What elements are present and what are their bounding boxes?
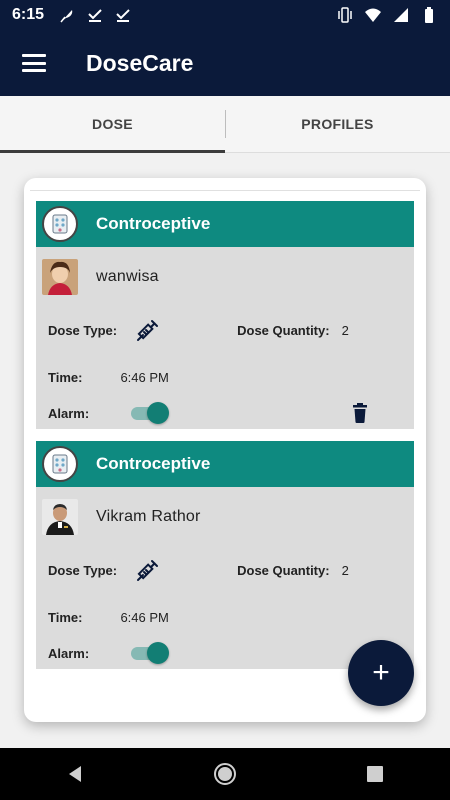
medicine-name: Controceptive (96, 214, 211, 233)
dose-type-label: Dose Type: (48, 322, 118, 338)
check-icon (114, 6, 132, 24)
hamburger-menu-icon[interactable] (22, 54, 46, 72)
dose-quantity-value: 2 (341, 562, 349, 578)
status-time: 6:15 (12, 6, 45, 23)
profile-row: wanwisa (36, 247, 414, 307)
time-label: Time: (48, 369, 83, 385)
dose-card-header: Controceptive (36, 201, 414, 247)
signal-icon (392, 6, 410, 24)
alarm-toggle[interactable] (131, 642, 170, 664)
dose-card[interactable]: Controceptive Vikram Rathor Dose Type: D… (36, 441, 414, 669)
dose-quantity-value: 2 (341, 322, 349, 338)
dose-type-label: Dose Type: (48, 562, 118, 578)
dose-card-header: Controceptive (36, 441, 414, 487)
dose-quantity-label: Dose Quantity: (237, 562, 330, 578)
dose-info-row: Dose Type: Dose Quantity: 2 (36, 307, 414, 353)
time-value: 6:46 PM (120, 609, 169, 625)
avatar (42, 499, 78, 535)
tab-dose[interactable]: DOSE (0, 96, 225, 153)
app-title: DoseCare (86, 49, 194, 76)
syringe-icon (135, 557, 161, 583)
profile-name: Vikram Rathor (96, 508, 201, 525)
wifi-icon (364, 6, 382, 24)
time-row: Time: 6:46 PM (36, 353, 414, 401)
profile-name: wanwisa (96, 268, 159, 285)
home-icon[interactable] (205, 754, 245, 794)
tab-divider (225, 110, 226, 138)
medicine-name: Controceptive (96, 454, 211, 473)
avatar (42, 259, 78, 295)
vibrate-icon (336, 6, 354, 24)
dose-info-row: Dose Type: Dose Quantity: 2 (36, 547, 414, 593)
time-value: 6:46 PM (120, 369, 169, 385)
time-label: Time: (48, 609, 83, 625)
alarm-row: Alarm: (36, 401, 414, 429)
time-row: Time: 6:46 PM (36, 593, 414, 641)
medicine-pack-icon (42, 206, 78, 242)
dose-quantity-label: Dose Quantity: (237, 322, 330, 338)
dose-list-container: Controceptive wanwisa Dose Type: Dose Qu… (24, 178, 426, 722)
alarm-label: Alarm: (48, 405, 90, 421)
check-icon (86, 6, 104, 24)
alarm-toggle[interactable] (131, 402, 170, 424)
status-bar: 6:15 (0, 0, 450, 30)
delete-icon[interactable] (352, 403, 368, 423)
app-bar: DoseCare (0, 30, 450, 96)
battery-icon (420, 6, 438, 24)
syringe-icon (135, 317, 161, 343)
tab-profiles[interactable]: PROFILES (225, 96, 450, 152)
feather-icon (58, 6, 76, 24)
profile-row: Vikram Rathor (36, 487, 414, 547)
add-dose-button[interactable]: + (348, 640, 414, 706)
medicine-pack-icon (42, 446, 78, 482)
alarm-label: Alarm: (48, 645, 90, 661)
dose-card[interactable]: Controceptive wanwisa Dose Type: Dose Qu… (36, 201, 414, 429)
recents-icon[interactable] (355, 754, 395, 794)
system-nav-bar (0, 748, 450, 800)
back-icon[interactable] (55, 754, 95, 794)
dose-list[interactable]: Controceptive wanwisa Dose Type: Dose Qu… (30, 190, 420, 710)
